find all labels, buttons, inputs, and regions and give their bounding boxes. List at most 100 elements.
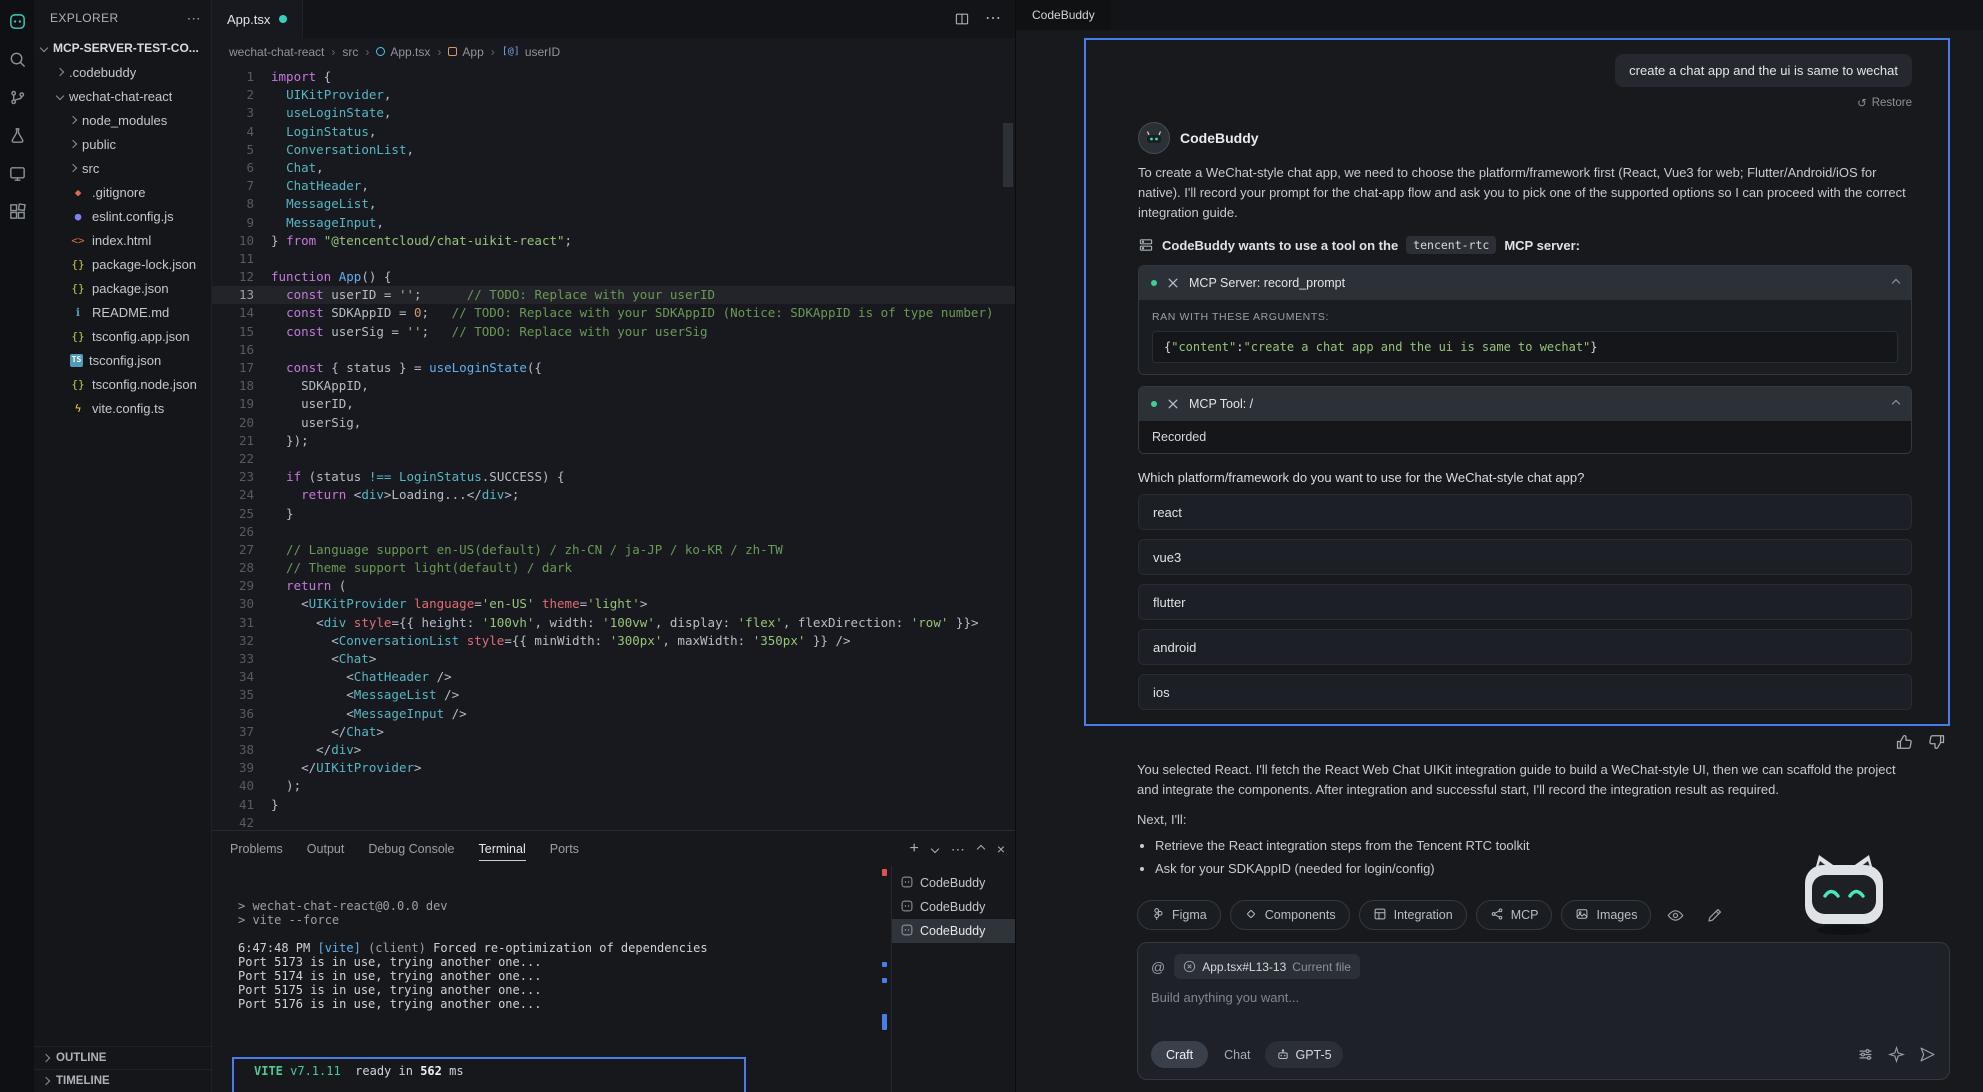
code-line[interactable]: 1import {	[212, 68, 1015, 86]
code-line[interactable]: 14 const SDKAppID = 0; // TODO: Replace …	[212, 304, 1015, 322]
more-actions-icon[interactable]: ⋯	[985, 11, 1001, 27]
code-line[interactable]: 33 <Chat>	[212, 650, 1015, 668]
mode-chat-button[interactable]: Chat	[1224, 1048, 1250, 1062]
code-line[interactable]: 13 const userID = ''; // TODO: Replace w…	[212, 286, 1015, 304]
chip-integration[interactable]: Integration	[1359, 900, 1467, 930]
tree-item-package-lock-json[interactable]: {}package-lock.json	[34, 252, 211, 276]
code-line[interactable]: 37 </Chat>	[212, 723, 1015, 741]
code-line[interactable]: 28 // Theme support light(default) / dar…	[212, 559, 1015, 577]
remote-window-icon[interactable]	[6, 162, 28, 184]
chat-option-react[interactable]: react	[1138, 494, 1912, 530]
code-line[interactable]: 15 const userSig = ''; // TODO: Replace …	[212, 323, 1015, 341]
panel-tab-output[interactable]: Output	[307, 831, 345, 866]
code-line[interactable]: 6 Chat,	[212, 159, 1015, 177]
code-line[interactable]: 30 <UIKitProvider language='en-US' theme…	[212, 595, 1015, 613]
tree-item-node-modules[interactable]: node_modules	[34, 108, 211, 132]
codebuddy-panel-tab[interactable]: CodeBuddy	[1016, 0, 1111, 30]
code-line[interactable]: 10} from "@tencentcloud/chat-uikit-react…	[212, 232, 1015, 250]
chip-images[interactable]: Images	[1561, 900, 1651, 930]
code-line[interactable]: 40 );	[212, 777, 1015, 795]
code-editor[interactable]: 1import {2 UIKitProvider,3 useLoginState…	[212, 65, 1015, 830]
brush-icon[interactable]	[1699, 900, 1729, 930]
terminal-session-item[interactable]: CodeBuddy	[892, 871, 1015, 895]
tree-item-vite-config-ts[interactable]: ϟvite.config.ts	[34, 396, 211, 420]
new-terminal-icon[interactable]: +	[909, 841, 918, 857]
chat-option-android[interactable]: android	[1138, 629, 1912, 665]
extensions-icon[interactable]	[6, 200, 28, 222]
chat-option-vue3[interactable]: vue3	[1138, 539, 1912, 575]
test-flask-icon[interactable]	[6, 124, 28, 146]
code-line[interactable]: 17 const { status } = useLoginState({	[212, 359, 1015, 377]
code-line[interactable]: 20 userSig,	[212, 414, 1015, 432]
search-icon[interactable]	[6, 48, 28, 70]
terminal-scrollbar[interactable]	[879, 866, 891, 1092]
settings-sliders-icon[interactable]	[1857, 1046, 1874, 1063]
send-icon[interactable]	[1919, 1046, 1936, 1063]
code-line[interactable]: 38 </div>	[212, 741, 1015, 759]
tree-item-tsconfig-app-json[interactable]: {}tsconfig.app.json	[34, 324, 211, 348]
mode-craft-button[interactable]: Craft	[1151, 1041, 1208, 1068]
more-actions-icon[interactable]: ⋯	[187, 10, 201, 27]
tree-item-src[interactable]: src	[34, 156, 211, 180]
timeline-section[interactable]: TIMELINE	[34, 1069, 211, 1092]
code-line[interactable]: 42	[212, 814, 1015, 830]
tree-item-public[interactable]: public	[34, 132, 211, 156]
tree-item-gitignore[interactable]: ◆.gitignore	[34, 180, 211, 204]
eye-icon[interactable]	[1660, 900, 1690, 930]
thumbs-down-icon[interactable]	[1928, 733, 1946, 751]
code-line[interactable]: 24 return <div>Loading...</div>;	[212, 486, 1015, 504]
code-line[interactable]: 12function App() {	[212, 268, 1015, 286]
thumbs-up-icon[interactable]	[1895, 733, 1913, 751]
tree-item-readme-md[interactable]: ℹREADME.md	[34, 300, 211, 324]
chip-figma[interactable]: Figma	[1137, 900, 1221, 930]
tree-root-mcp-server-test[interactable]: MCP-SERVER-TEST-CO...	[34, 36, 211, 60]
panel-tab-debug-console[interactable]: Debug Console	[368, 831, 454, 866]
code-line[interactable]: 7 ChatHeader,	[212, 177, 1015, 195]
terminal-output[interactable]: > wechat-chat-react@0.0.0 dev> vite --fo…	[212, 866, 879, 1092]
breadcrumb-item-wechat-chat-react[interactable]: wechat-chat-react	[229, 45, 324, 59]
more-actions-icon[interactable]: ⋯	[951, 842, 965, 856]
chip-components[interactable]: Components	[1230, 900, 1350, 930]
breadcrumb-item-app-tsx[interactable]: App.tsx	[376, 45, 430, 59]
prompt-composer[interactable]: @ App.tsx#L13-13 Current file Build anyt…	[1137, 942, 1950, 1080]
code-line[interactable]: 21 });	[212, 432, 1015, 450]
terminal-dropdown-icon[interactable]	[931, 844, 939, 852]
panel-tab-problems[interactable]: Problems	[230, 831, 283, 866]
code-line[interactable]: 3 useLoginState,	[212, 104, 1015, 122]
chat-scroll-area[interactable]: create a chat app and the ui is same to …	[1016, 30, 1983, 892]
editor-scrollbar[interactable]	[1003, 123, 1013, 187]
codebuddy-logo-icon[interactable]	[6, 10, 28, 32]
tree-item-tsconfig-json[interactable]: TStsconfig.json	[34, 348, 211, 372]
panel-tab-terminal[interactable]: Terminal	[479, 831, 526, 866]
split-editor-icon[interactable]	[954, 11, 970, 27]
code-line[interactable]: 39 </UIKitProvider>	[212, 759, 1015, 777]
tree-item-tsconfig-node-json[interactable]: {}tsconfig.node.json	[34, 372, 211, 396]
restore-button[interactable]: ↺ Restore	[1138, 96, 1912, 110]
composer-placeholder[interactable]: Build anything you want...	[1151, 990, 1936, 1005]
code-line[interactable]: 25 }	[212, 505, 1015, 523]
source-control-icon[interactable]	[6, 86, 28, 108]
code-line[interactable]: 36 <MessageInput />	[212, 705, 1015, 723]
maximize-panel-icon[interactable]	[977, 844, 985, 852]
panel-tab-ports[interactable]: Ports	[550, 831, 579, 866]
code-line[interactable]: 34 <ChatHeader />	[212, 668, 1015, 686]
tree-item-eslint-config-js[interactable]: ●eslint.config.js	[34, 204, 211, 228]
code-line[interactable]: 27 // Language support en-US(default) / …	[212, 541, 1015, 559]
chip-mcp[interactable]: MCP	[1476, 900, 1553, 930]
tree-item-package-json[interactable]: {}package.json	[34, 276, 211, 300]
code-line[interactable]: 8 MessageList,	[212, 195, 1015, 213]
code-line[interactable]: 5 ConversationList,	[212, 141, 1015, 159]
code-line[interactable]: 16	[212, 341, 1015, 359]
chat-option-flutter[interactable]: flutter	[1138, 584, 1912, 620]
code-line[interactable]: 22	[212, 450, 1015, 468]
mcp-server-card-header[interactable]: MCP Server: record_prompt	[1139, 266, 1911, 300]
close-panel-icon[interactable]: ×	[997, 842, 1005, 856]
code-line[interactable]: 31 <div style={{ height: '100vh', width:…	[212, 614, 1015, 632]
code-line[interactable]: 35 <MessageList />	[212, 686, 1015, 704]
code-line[interactable]: 41}	[212, 796, 1015, 814]
code-line[interactable]: 18 SDKAppID,	[212, 377, 1015, 395]
mention-icon[interactable]: @	[1151, 959, 1165, 975]
tree-item-codebuddy[interactable]: .codebuddy	[34, 60, 211, 84]
terminal-session-item[interactable]: CodeBuddy	[892, 919, 1015, 943]
tree-item-wechat-chat-react[interactable]: wechat-chat-react	[34, 84, 211, 108]
